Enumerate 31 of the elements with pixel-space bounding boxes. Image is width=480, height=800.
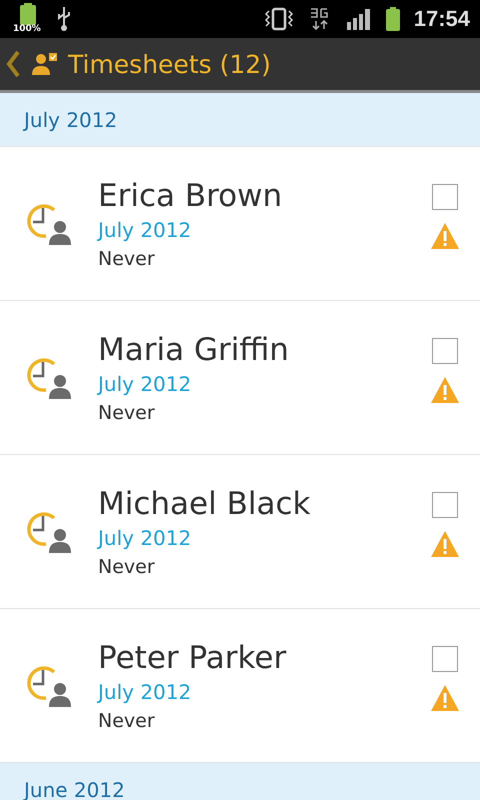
battery-icon [386, 7, 400, 31]
signal-icon [346, 8, 372, 30]
employee-name: Peter Parker [98, 640, 288, 676]
chevron-left-icon [6, 50, 20, 78]
submitted-label: Never [98, 556, 156, 578]
checkbox[interactable] [432, 492, 458, 518]
back-button[interactable] [4, 48, 22, 80]
period-label: July 2012 [98, 372, 192, 396]
vibrate-icon [264, 7, 294, 31]
period-label: July 2012 [98, 526, 192, 550]
timesheet-row[interactable]: Michael Black July 2012 Never [0, 455, 480, 609]
section-title: July 2012 [24, 108, 118, 132]
timesheet-row[interactable]: Maria Griffin July 2012 Never [0, 301, 480, 455]
checkbox[interactable] [432, 184, 458, 210]
period-label: July 2012 [98, 680, 192, 704]
submitted-label: Never [98, 248, 156, 270]
checkbox[interactable] [432, 338, 458, 364]
screen-title: Timesheets (12) [68, 50, 271, 78]
timesheet-row[interactable]: Erica Brown July 2012 Never [0, 147, 480, 301]
submitted-label: Never [98, 402, 156, 424]
clock-time: 17:54 [414, 6, 470, 32]
employee-name: Erica Brown [98, 178, 284, 214]
submitted-label: Never [98, 710, 156, 732]
usb-icon [56, 6, 72, 32]
employee-name: Michael Black [98, 486, 312, 522]
battery-percent: 100% [13, 24, 41, 34]
period-label: July 2012 [98, 218, 192, 242]
person-check-icon [32, 52, 58, 76]
employee-name: Maria Griffin [98, 332, 290, 368]
battery-icon [19, 3, 37, 25]
checkbox[interactable] [432, 646, 458, 672]
